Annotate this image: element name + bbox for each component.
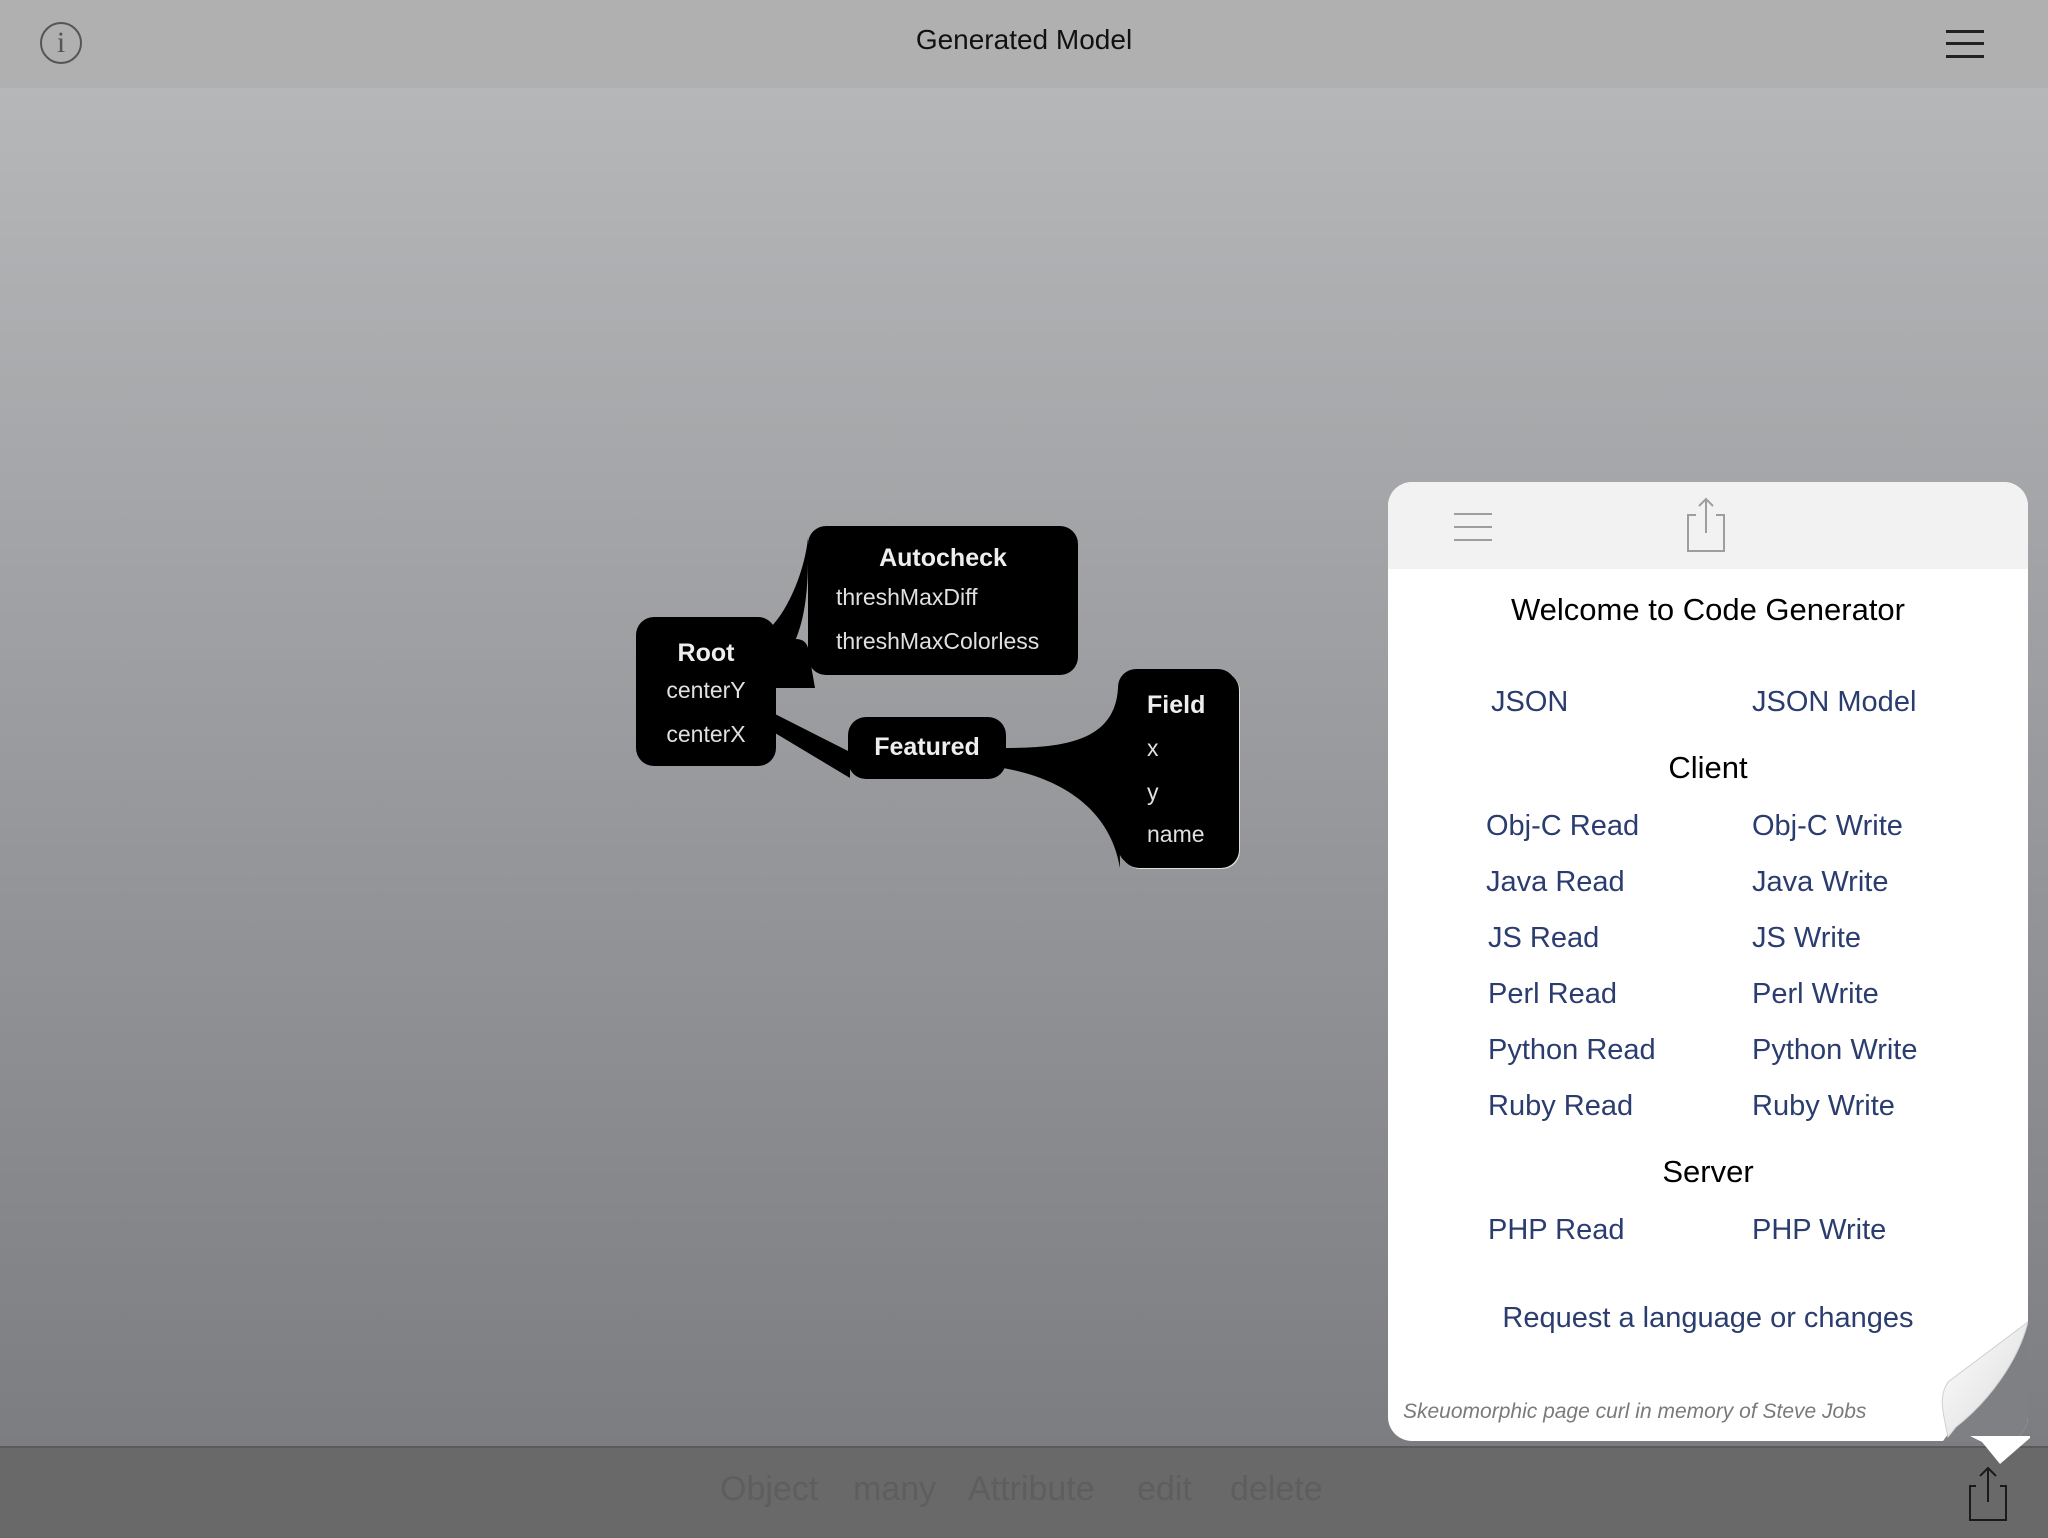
page-curl-icon[interactable] — [1388, 482, 2028, 1441]
entity-attribute[interactable]: centerX — [636, 721, 776, 748]
code-generator-popover: Welcome to Code Generator JSON JSON Mode… — [1388, 482, 2028, 1441]
entity-attribute[interactable]: centerY — [636, 677, 776, 704]
page-title: Generated Model — [915, 24, 1133, 55]
popover-arrow — [1970, 1436, 2030, 1464]
entity-attribute[interactable]: y — [1147, 779, 1159, 806]
top-navigation-bar: i Generated Model — [0, 0, 2048, 88]
entity-name: Featured — [874, 733, 980, 761]
edit-button[interactable]: edit — [1137, 1470, 1192, 1509]
entity-attribute[interactable]: threshMaxColorless — [836, 628, 1039, 655]
entity-attribute[interactable]: threshMaxDiff — [836, 584, 977, 611]
entity-node-featured[interactable]: Featured — [848, 717, 1006, 779]
entity-node-field[interactable]: Field x y name — [1118, 669, 1236, 865]
delete-button[interactable]: delete — [1230, 1470, 1323, 1509]
entity-attribute[interactable]: x — [1147, 735, 1159, 762]
hamburger-menu-icon[interactable] — [1946, 30, 1984, 58]
bottom-toolbar: Object many Attribute edit delete — [0, 1446, 2048, 1538]
add-attribute-button[interactable]: Attribute — [968, 1470, 1095, 1509]
add-object-button[interactable]: Object — [720, 1470, 818, 1509]
share-icon[interactable] — [1968, 1466, 2008, 1522]
many-relationship-button[interactable]: many — [853, 1470, 936, 1509]
entity-attribute[interactable]: name — [1147, 821, 1205, 848]
entity-name: Root — [677, 639, 735, 667]
entity-node-root[interactable]: Root centerY centerX — [636, 617, 776, 766]
entity-name: Field — [1147, 691, 1206, 719]
link-root-featured — [775, 714, 850, 778]
link-featured-field — [1003, 688, 1120, 868]
entity-node-autocheck[interactable]: Autocheck threshMaxDiff threshMaxColorle… — [808, 526, 1078, 675]
entity-name: Autocheck — [879, 544, 1007, 572]
